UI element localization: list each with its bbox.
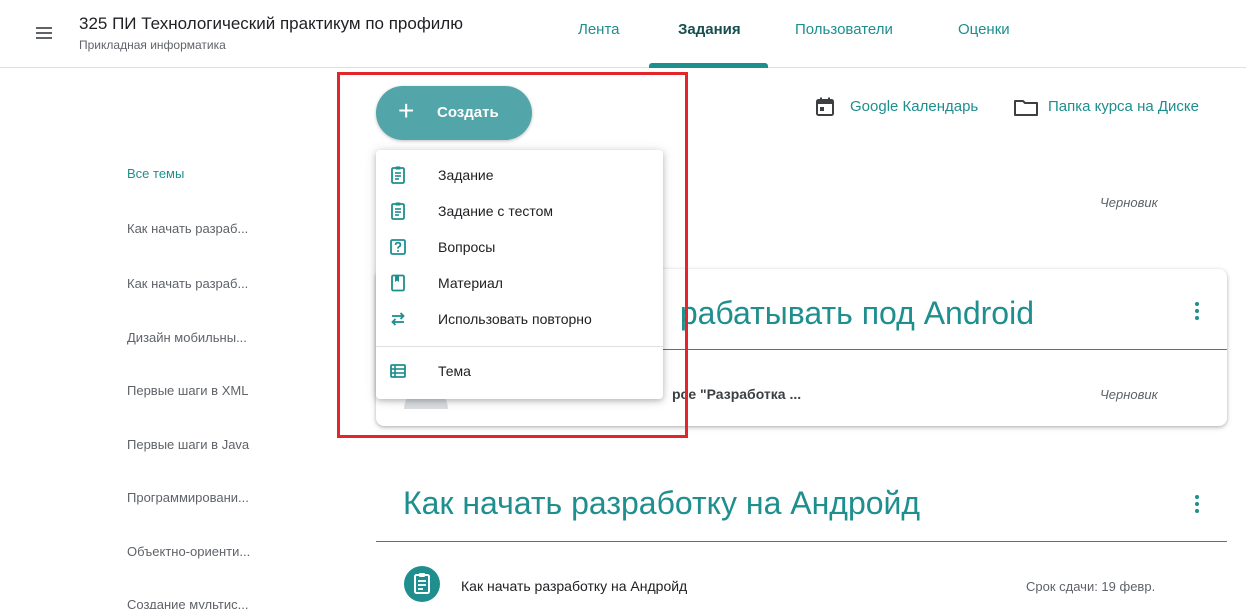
topic-icon <box>390 364 406 378</box>
drive-folder-link[interactable]: Папка курса на Диске <box>1048 98 1199 115</box>
hamburger-menu-icon[interactable] <box>34 22 56 44</box>
calendar-icon[interactable] <box>815 97 835 117</box>
menu-item-label: Материал <box>438 275 503 291</box>
course-title[interactable]: 325 ПИ Технологический практикум по проф… <box>79 14 463 34</box>
tab-grades[interactable]: Оценки <box>958 21 1010 38</box>
google-calendar-link[interactable]: Google Календарь <box>850 98 978 115</box>
tab-classwork[interactable]: Задания <box>678 21 741 38</box>
menu-item-label: Вопросы <box>438 239 496 255</box>
menu-divider <box>376 346 663 347</box>
draft-label: Черновик <box>1100 195 1158 210</box>
create-button-label: Создать <box>437 104 499 121</box>
topic-item[interactable]: Дизайн мобильны... <box>127 330 247 345</box>
menu-item-topic[interactable]: Тема <box>376 353 663 389</box>
question-icon <box>390 239 406 255</box>
menu-item-label: Тема <box>438 363 471 379</box>
due-date: Срок сдачи: 19 февр. <box>1026 579 1156 594</box>
assignment-icon <box>391 166 405 184</box>
topic-item[interactable]: Как начать разраб... <box>127 276 248 291</box>
draft-label: Черновик <box>1100 387 1158 402</box>
more-options-icon[interactable] <box>1194 495 1200 515</box>
plus-icon: + <box>398 95 415 126</box>
menu-item-label: Использовать повторно <box>438 311 592 327</box>
topic-item[interactable]: Программировани... <box>127 490 249 505</box>
topic-title[interactable]: Как начать разработку на Андройд <box>403 485 920 522</box>
tab-people[interactable]: Пользователи <box>795 21 893 38</box>
reuse-icon <box>391 312 405 326</box>
tab-stream[interactable]: Лента <box>578 21 620 38</box>
create-menu: Задание Задание с тестом Вопросы Материа… <box>376 150 663 399</box>
more-options-icon[interactable] <box>1194 302 1200 322</box>
course-subtitle: Прикладная информатика <box>79 38 226 52</box>
card-assignment-title[interactable]: рсе "Разработка ... <box>672 386 801 402</box>
topic-item[interactable]: Объектно-ориенти... <box>127 544 250 559</box>
topic-all[interactable]: Все темы <box>127 166 184 181</box>
menu-item-question[interactable]: Вопросы <box>376 229 663 265</box>
topic-item[interactable]: Первые шаги в Java <box>127 437 249 452</box>
material-icon <box>391 274 405 292</box>
topic-item[interactable]: Первые шаги в XML <box>127 383 248 398</box>
topic-item[interactable]: Создание мультис... <box>127 597 248 609</box>
topic-divider <box>376 541 1227 542</box>
folder-icon[interactable] <box>1013 99 1039 117</box>
active-tab-indicator <box>649 63 768 68</box>
assignment-title[interactable]: Как начать разработку на Андройд <box>461 578 687 594</box>
assignment-icon <box>404 566 440 602</box>
menu-item-quiz-assignment[interactable]: Задание с тестом <box>376 193 663 229</box>
menu-item-material[interactable]: Материал <box>376 265 663 301</box>
quiz-assignment-icon <box>391 202 405 220</box>
menu-item-label: Задание <box>438 167 494 183</box>
menu-item-assignment[interactable]: Задание <box>376 157 663 193</box>
menu-item-reuse[interactable]: Использовать повторно <box>376 301 663 337</box>
menu-item-label: Задание с тестом <box>438 203 554 219</box>
topic-item[interactable]: Как начать разраб... <box>127 221 248 236</box>
app-header: 325 ПИ Технологический практикум по проф… <box>0 0 1246 68</box>
create-button[interactable]: + Создать <box>376 86 532 140</box>
